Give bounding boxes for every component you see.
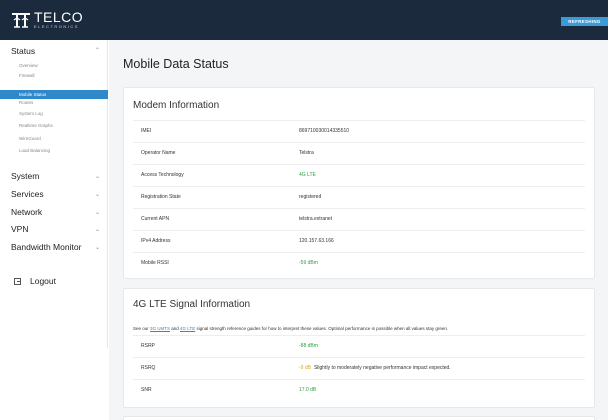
row-value: -59 dBm [299, 260, 318, 266]
table-row: IMEI 869710030014335510 [133, 120, 585, 142]
telco-logo-icon [11, 11, 31, 29]
next-panel [123, 416, 595, 420]
4g-lte-guide-link[interactable]: 4G LTE [180, 326, 195, 331]
row-value: Telstra [299, 150, 314, 156]
row-key: Mobile RSSI [141, 260, 169, 266]
logo-text: TELCO [34, 9, 84, 25]
rsrq-value: -9 dB [299, 365, 311, 371]
chevron-down-icon[interactable]: ⌄ [95, 226, 100, 233]
logout-label: Logout [30, 276, 56, 286]
modem-information-panel: Modem Information IMEI 86971003001433551… [123, 87, 595, 279]
sidebar-item-network[interactable]: Network [11, 207, 42, 217]
row-value: 120.157.63.166 [299, 238, 334, 244]
table-row: SNR 17.0 dB [133, 379, 585, 401]
chevron-down-icon[interactable]: ⌄ [95, 191, 100, 198]
row-value: telstra.extranet [299, 216, 333, 222]
sidebar-subitem-wireguard[interactable]: WireGuard [0, 134, 108, 143]
sidebar-subitem-firewall[interactable]: Firewall [0, 71, 108, 80]
table-row: RSRQ -9 dB Slightly to moderately negativ… [133, 357, 585, 379]
row-value: 869710030014335510 [299, 128, 350, 134]
sidebar-item-bandwidth-monitor[interactable]: Bandwidth Monitor [11, 242, 81, 252]
sidebar-subitem-system-log[interactable]: System Log [0, 109, 108, 118]
row-key: Operator Name [141, 150, 176, 156]
row-value: -9 dB Slightly to moderately negative per… [299, 365, 451, 371]
top-bar: TELCO ELECTRONICS REFRESHING [0, 0, 608, 40]
row-key: RSRP [141, 343, 155, 349]
row-key: Registration State [141, 194, 181, 200]
row-key: Access Technology [141, 172, 184, 178]
sidebar-item-services[interactable]: Services [11, 189, 44, 199]
row-value: -88 dBm [299, 343, 318, 349]
logo-subtext: ELECTRONICS [34, 24, 79, 29]
modem-information-title: Modem Information [133, 100, 220, 111]
3g-umts-guide-link[interactable]: 3G UMTS [150, 326, 170, 331]
row-key: IPv4 Address [141, 238, 171, 244]
row-key: IMEI [141, 128, 152, 134]
table-row: IPv4 Address 120.157.63.166 [133, 230, 585, 252]
telco-logo[interactable]: TELCO ELECTRONICS [11, 9, 84, 29]
row-key: Current APN [141, 216, 170, 222]
row-key: SNR [141, 387, 152, 393]
signal-guide-text: See our 3G UMTS and 4G LTE signal streng… [133, 326, 448, 331]
sidebar-item-system[interactable]: System [11, 171, 39, 181]
sidebar-subitem-overview[interactable]: Overview [0, 61, 108, 70]
guide-text-prefix: See our [133, 326, 151, 331]
sidebar-subitem-realtime-graphs[interactable]: Realtime Graphs [0, 121, 108, 130]
row-value: 17.0 dB [299, 387, 317, 393]
logout-icon [14, 277, 21, 285]
table-row: Access Technology 4G LTE [133, 164, 585, 186]
sidebar-subitem-load-balancing[interactable]: Load Balancing [0, 146, 108, 155]
chevron-up-icon[interactable]: ⌃ [95, 47, 100, 54]
sidebar-subitem-routes[interactable]: Routes [0, 98, 108, 107]
table-row: Current APN telstra.extranet [133, 208, 585, 230]
table-row: Registration State registered [133, 186, 585, 208]
guide-text-and: and [170, 326, 181, 331]
lte-signal-title: 4G LTE Signal Information [133, 299, 251, 310]
page-title: Mobile Data Status [123, 57, 229, 71]
chevron-down-icon[interactable]: ⌄ [95, 209, 100, 216]
sidebar: Status ⌃ Overview Firewall Mobile Status… [0, 40, 108, 348]
chevron-down-icon[interactable]: ⌄ [95, 244, 100, 251]
row-key: RSRQ [141, 365, 156, 371]
lte-signal-panel: 4G LTE Signal Information See our 3G UMT… [123, 288, 595, 408]
main-content: Mobile Data Status Modem Information IME… [109, 40, 608, 420]
row-value: 4G LTE [299, 172, 316, 178]
row-value: registered [299, 194, 322, 200]
table-row: Mobile RSSI -59 dBm [133, 252, 585, 274]
rsrq-note: Slightly to moderately negative performa… [313, 365, 451, 371]
refreshing-button[interactable]: REFRESHING [561, 17, 608, 26]
table-row: Operator Name Telstra [133, 142, 585, 164]
sidebar-item-status[interactable]: Status [11, 46, 35, 56]
logout-link[interactable]: Logout [14, 276, 56, 286]
table-row: RSRP -88 dBm [133, 335, 585, 357]
chevron-down-icon[interactable]: ⌄ [95, 173, 100, 180]
guide-text-suffix: signal strength reference guides for how… [195, 326, 449, 331]
sidebar-item-vpn[interactable]: VPN [11, 224, 28, 234]
